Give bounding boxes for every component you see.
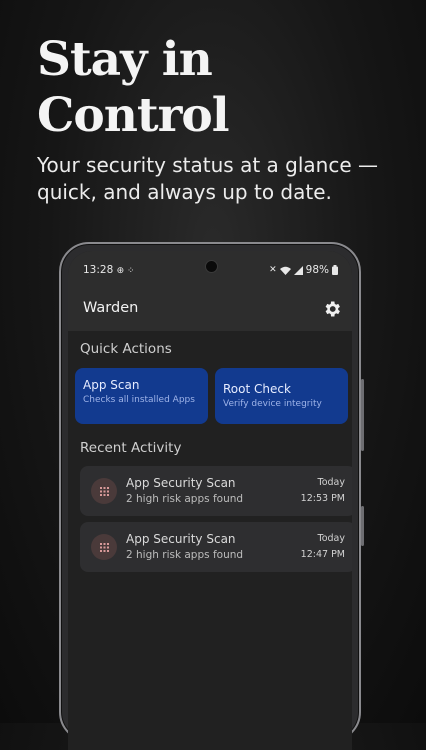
activity-date: Today xyxy=(317,533,345,544)
volume-button xyxy=(361,379,364,451)
activity-title: App Security Scan xyxy=(126,476,236,490)
mute-icon: ✕ xyxy=(269,265,277,275)
power-button xyxy=(361,506,364,546)
root-check-title: Root Check xyxy=(223,382,291,396)
status-time-group: 13:28 ⊕ ⁘ xyxy=(83,264,135,276)
activity-date: Today xyxy=(317,477,345,488)
app-scan-card[interactable]: App Scan Checks all installed Apps xyxy=(75,368,208,424)
promo-headline-line2: Control xyxy=(37,88,230,143)
activity-item[interactable]: App Security Scan 2 high risk apps found… xyxy=(80,522,352,572)
signal-icon xyxy=(293,265,303,275)
promo-headline-line1: Stay in xyxy=(37,32,213,87)
activity-title: App Security Scan xyxy=(126,532,236,546)
wifi-icon xyxy=(279,266,291,275)
phone-screen: 13:28 ⊕ ⁘ ✕ 98% Warden Quick Actions App… xyxy=(68,251,352,750)
status-time: 13:28 xyxy=(83,264,114,276)
notification-icons: ⊕ ⁘ xyxy=(116,266,135,276)
app-scan-subtitle: Checks all installed Apps xyxy=(83,395,195,405)
activity-item[interactable]: App Security Scan 2 high risk apps found… xyxy=(80,466,352,516)
root-check-card[interactable]: Root Check Verify device integrity xyxy=(215,368,348,424)
battery-icon xyxy=(332,265,338,275)
app-scan-title: App Scan xyxy=(83,378,140,392)
activity-icon-badge xyxy=(91,534,117,560)
promo-subline: Your security status at a glance — quick… xyxy=(37,153,378,204)
app-title: Warden xyxy=(83,300,139,316)
root-check-subtitle: Verify device integrity xyxy=(223,399,322,409)
phone-frame: 13:28 ⊕ ⁘ ✕ 98% Warden Quick Actions App… xyxy=(59,242,364,750)
battery-level: 98% xyxy=(305,264,329,276)
grid-icon xyxy=(99,486,109,496)
quick-actions-title: Quick Actions xyxy=(80,341,172,357)
recent-activity-title: Recent Activity xyxy=(80,440,182,456)
promo-headline: Stay in Control xyxy=(37,32,230,144)
activity-subtitle: 2 high risk apps found xyxy=(126,493,244,505)
app-bar: Warden xyxy=(68,289,352,331)
front-camera xyxy=(205,260,218,273)
activity-icon-badge xyxy=(91,478,117,504)
gear-icon[interactable] xyxy=(322,299,342,319)
status-icons: ✕ 98% xyxy=(269,264,338,276)
status-bar: 13:28 ⊕ ⁘ ✕ 98% xyxy=(68,251,352,289)
activity-time: 12:47 PM xyxy=(300,549,345,560)
activity-time: 12:53 PM xyxy=(300,493,345,504)
grid-icon xyxy=(99,542,109,552)
activity-subtitle: 2 high risk apps found xyxy=(126,549,244,561)
